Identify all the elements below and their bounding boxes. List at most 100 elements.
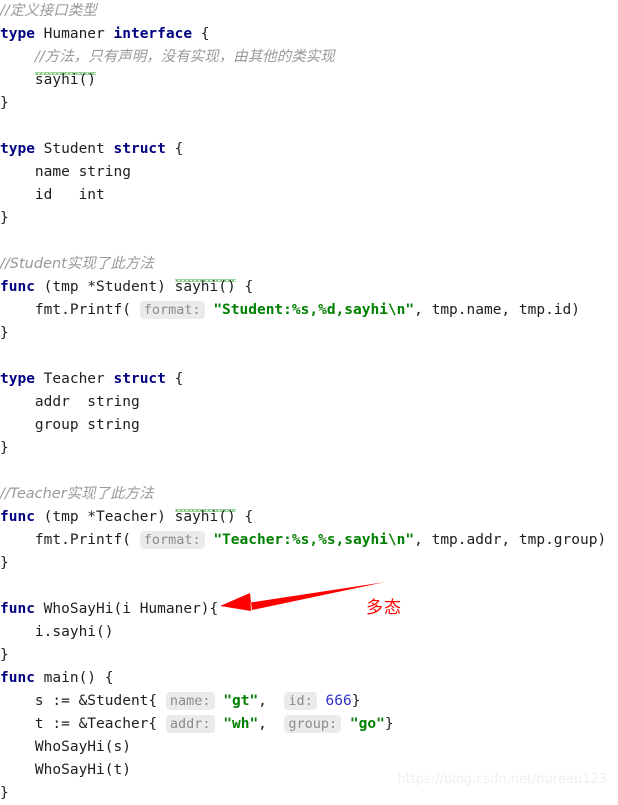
keyword-interface: interface: [113, 26, 193, 42]
brace-close: }: [0, 785, 9, 801]
code-line-12: //Student实现了此方法: [0, 253, 618, 276]
code-line-7: type Student struct {: [0, 138, 618, 161]
brace-open: {: [165, 141, 184, 157]
brace-close: }: [0, 325, 9, 341]
code-line-17: type Teacher struct {: [0, 368, 618, 391]
code-line-9: id int: [0, 184, 618, 207]
function-whosayhi: WhoSayHi: [43, 601, 114, 617]
comment-teacher-implements: //Teacher实现了此方法: [0, 486, 154, 502]
code-line-25: }: [0, 552, 618, 575]
identifier-teacher: Teacher: [43, 371, 105, 387]
code-line-18: addr string: [0, 391, 618, 414]
brace-close: }: [0, 647, 9, 663]
string-wh: "wh": [223, 716, 259, 732]
code-line-22: //Teacher实现了此方法: [0, 483, 618, 506]
keyword-struct: struct: [113, 371, 166, 387]
method-sayhi-student: sayhi(): [174, 279, 236, 298]
assign-student: s := &Student{: [0, 693, 158, 709]
code-line-28: i.sayhi(): [0, 621, 618, 644]
brace-open: {: [192, 26, 210, 42]
param-hint-format: format:: [139, 531, 205, 549]
call-i-sayhi: i.sayhi(): [0, 624, 114, 640]
code-line-24: fmt.Printf( format: "Teacher:%s,%s,sayhi…: [0, 529, 618, 552]
identifier-humaner: Humaner: [43, 26, 105, 42]
field-student-name: name string: [0, 164, 131, 180]
brace-close: }: [0, 210, 9, 226]
receiver-teacher: (tmp *Teacher): [34, 509, 175, 525]
annotation-label-polymorphism: 多态: [366, 598, 402, 618]
method-sayhi-teacher: sayhi(): [174, 509, 236, 528]
receiver-student: (tmp *Student): [34, 279, 175, 295]
code-line-5: }: [0, 92, 618, 115]
code-line-3: //方法，只有声明，没有实现，由其他的类实现: [0, 46, 618, 69]
brace-open: () {: [78, 670, 114, 686]
call-fmt-printf: fmt.Printf(: [0, 302, 131, 318]
code-line-32: t := &Teacher{ addr: "wh", group: "go"}: [0, 713, 618, 736]
args-teacher: , tmp.addr, tmp.group): [414, 532, 607, 548]
identifier-student: Student: [43, 141, 105, 157]
code-line-23: func (tmp *Teacher) sayhi() {: [0, 506, 618, 529]
brace-close: }: [351, 693, 361, 709]
keyword-type: type: [0, 26, 35, 42]
code-line-31: s := &Student{ name: "gt", id: 666}: [0, 690, 618, 713]
code-line-19: group string: [0, 414, 618, 437]
code-editor[interactable]: //定义接口类型 type Humaner interface { //方法，只…: [0, 0, 618, 805]
code-line-15: }: [0, 322, 618, 345]
function-main: main: [43, 670, 79, 686]
string-student-format: "Student:%s,%d,sayhi\n": [213, 302, 415, 318]
field-student-id: id int: [0, 187, 105, 203]
comment-define-interface: //定义接口类型: [0, 3, 97, 19]
brace-close: }: [0, 95, 9, 111]
field-teacher-group: group string: [0, 417, 140, 433]
param-hint-id: id:: [284, 692, 317, 710]
string-teacher-format: "Teacher:%s,%s,sayhi\n": [213, 532, 415, 548]
assign-teacher: t := &Teacher{: [0, 716, 158, 732]
watermark-url: https://blog.csdn.net/bureau123: [397, 772, 607, 787]
comma: ,: [258, 693, 276, 709]
code-line-13: func (tmp *Student) sayhi() {: [0, 276, 618, 299]
call-whosayhi-t: WhoSayHi(t): [0, 762, 131, 778]
string-gt: "gt": [223, 693, 259, 709]
call-fmt-printf: fmt.Printf(: [0, 532, 131, 548]
brace-open: {: [235, 279, 254, 295]
brace-close: }: [0, 555, 9, 571]
string-go: "go": [349, 716, 385, 732]
comment-student-implements: //Student实现了此方法: [0, 256, 154, 272]
keyword-type: type: [0, 141, 35, 157]
code-line-30: func main() {: [0, 667, 618, 690]
code-line-27: func WhoSayHi(i Humaner){: [0, 598, 618, 621]
brace-open: {: [165, 371, 184, 387]
param-hint-name: name:: [165, 692, 215, 710]
comma: ,: [258, 716, 276, 732]
code-line-14: fmt.Printf( format: "Student:%s,%d,sayhi…: [0, 299, 618, 322]
param-hint-addr: addr:: [165, 715, 215, 733]
param-hint-format: format:: [139, 301, 205, 319]
comment-method-declaration: //方法，只有声明，没有实现，由其他的类实现: [34, 49, 335, 65]
brace-close: }: [0, 440, 9, 456]
brace-open: {: [235, 509, 254, 525]
code-line-33: WhoSayHi(s): [0, 736, 618, 759]
code-line-2: type Humaner interface {: [0, 23, 618, 46]
code-line-1: //定义接口类型: [0, 0, 618, 23]
keyword-func: func: [0, 279, 35, 295]
code-line-4: sayhi(): [0, 69, 618, 92]
code-line-29: }: [0, 644, 618, 667]
code-line-8: name string: [0, 161, 618, 184]
param-hint-group: group:: [284, 715, 342, 733]
field-teacher-addr: addr string: [0, 394, 140, 410]
method-sayhi-declaration: sayhi(): [34, 72, 97, 91]
keyword-type: type: [0, 371, 35, 387]
code-line-20: }: [0, 437, 618, 460]
